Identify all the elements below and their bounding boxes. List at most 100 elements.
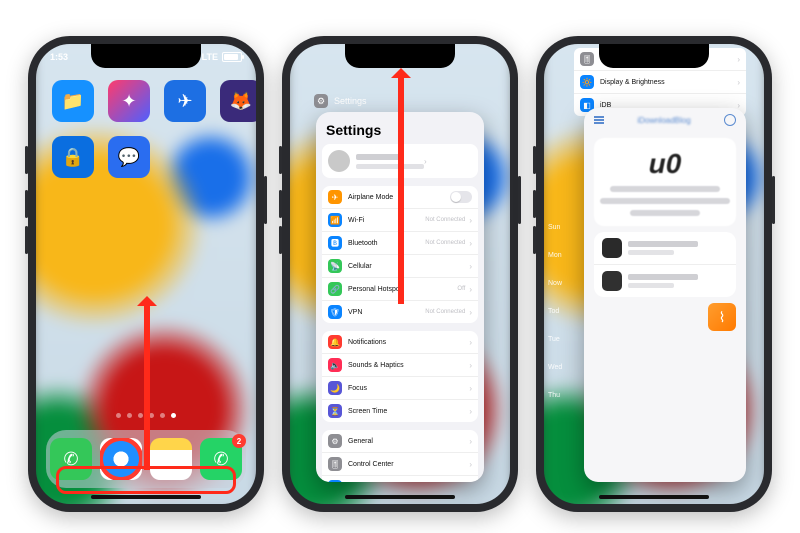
app-switcher-stack[interactable]: 🎚 Control Center ›🔆 Display & Brightness… [544, 44, 764, 504]
row-icon: 📶 [328, 213, 342, 227]
settings-notifications-group: 🔔 Notifications ›🔈 Sounds & Haptics ›🌙 F… [322, 331, 478, 422]
chevron-icon: › [469, 285, 472, 294]
settings-row[interactable]: ⏳ Screen Time › [322, 399, 478, 422]
chevron-icon: › [469, 308, 472, 317]
annotation-highlight [56, 466, 236, 494]
headline-blur [630, 210, 700, 216]
annotation-arrow-up [144, 300, 150, 470]
chevron-icon: › [469, 338, 472, 347]
row-label: Notifications [348, 339, 469, 346]
row-icon: 🔈 [328, 358, 342, 372]
chevron-icon: › [469, 361, 472, 370]
row-label: General [348, 438, 469, 445]
switcher-card-title: Settings [334, 96, 367, 106]
app-files[interactable]: 📁 [52, 80, 94, 122]
settings-row[interactable]: 🔈 Sounds & Haptics › [322, 353, 478, 376]
row-label: VPN [348, 309, 425, 316]
app-testflight[interactable]: ✈︎ [164, 80, 206, 122]
row-icon: ⚙︎ [328, 434, 342, 448]
chevron-icon: › [469, 262, 472, 271]
row-icon: 🌙 [328, 381, 342, 395]
day-label: Thu [548, 382, 562, 410]
featured-article[interactable]: u0 [594, 138, 736, 226]
menu-icon[interactable] [594, 116, 604, 124]
chevron-icon: › [469, 216, 472, 225]
row-value: Not Connected [425, 309, 465, 315]
avatar [328, 150, 350, 172]
article-list [594, 232, 736, 297]
list-item[interactable] [594, 264, 736, 297]
rss-icon[interactable]: ⌇ [708, 303, 736, 331]
toggle[interactable] [450, 191, 472, 203]
settings-row[interactable]: 🎚 Control Center › [322, 452, 478, 475]
row-value: Not Connected [425, 217, 465, 223]
row-icon: ✈︎ [328, 190, 342, 204]
row-label: Control Center [348, 461, 469, 468]
account-name-blur [356, 154, 402, 160]
settings-row[interactable]: 🔆 Display & Brightness › [322, 475, 478, 482]
settings-row[interactable]: 🌙 Focus › [322, 376, 478, 399]
row-icon: 🔆 [328, 480, 342, 482]
annotation-arrow-up [398, 72, 404, 304]
settings-general-group: ⚙︎ General ›🎚 Control Center ›🔆 Display … [322, 430, 478, 482]
day-label: Sun [548, 214, 562, 242]
widget-title: iDownloadBlog [637, 116, 690, 125]
day-label: Wed [548, 354, 562, 382]
phone-frame-1: 1:53 LTE 📁 ✦ ✈︎ 🦊 🔒 💬 ✆ [28, 36, 264, 512]
app-signal[interactable]: 💬 [108, 136, 150, 178]
row-icon: 🎚 [328, 457, 342, 471]
chevron-icon: › [737, 101, 740, 110]
row-label: Display & Brightness [600, 79, 737, 86]
switcher-card-idb[interactable]: iDownloadBlog u0 ⌇ [584, 108, 746, 482]
status-right: LTE [202, 52, 242, 62]
home-screen[interactable]: 1:53 LTE 📁 ✦ ✈︎ 🦊 🔒 💬 ✆ [36, 44, 256, 504]
battery-icon [222, 52, 242, 62]
home-indicator[interactable] [345, 495, 455, 499]
row-label: Bluetooth [348, 240, 425, 247]
gear-icon: ⚙︎ [314, 94, 328, 108]
notch [599, 44, 709, 68]
row-icon: 🅱︎ [328, 236, 342, 250]
badge: 2 [232, 434, 246, 448]
day-label: Tod [548, 298, 562, 326]
chevron-icon: › [737, 55, 740, 64]
featured-logo: u0 [649, 148, 682, 180]
row-icon: 🔆 [580, 75, 594, 89]
network-label: LTE [202, 52, 218, 62]
row-label: Screen Time [348, 408, 469, 415]
home-indicator[interactable] [599, 495, 709, 499]
settings-row[interactable]: 🔆 Display & Brightness › [574, 70, 746, 93]
chevron-icon: › [469, 437, 472, 446]
phone-frame-2: ⚙︎ Settings Settings › ✈︎ Airplane Mode … [282, 36, 518, 512]
chevron-icon: › [469, 239, 472, 248]
chevron-icon: › [469, 407, 472, 416]
list-item[interactable] [594, 232, 736, 264]
app-authenticator[interactable]: 🔒 [52, 136, 94, 178]
chevron-icon: › [469, 460, 472, 469]
account-subtitle [356, 164, 424, 169]
app-firefox[interactable]: 🦊 [220, 80, 256, 122]
row-label: Focus [348, 385, 469, 392]
home-icon-grid: 📁 ✦ ✈︎ 🦊 🔒 💬 [52, 80, 256, 178]
row-icon: 📡 [328, 259, 342, 273]
settings-row[interactable]: ⚙︎ General › [322, 430, 478, 452]
settings-row[interactable]: 🔔 Notifications › [322, 331, 478, 353]
headline-blur [600, 198, 730, 204]
chevron-icon: › [737, 78, 740, 87]
row-label: Cellular [348, 263, 465, 270]
notch [91, 44, 201, 68]
home-indicator[interactable] [91, 495, 201, 499]
app-switcher[interactable]: ⚙︎ Settings Settings › ✈︎ Airplane Mode … [290, 44, 510, 504]
day-label: Mon [548, 242, 562, 270]
gear-icon[interactable] [724, 114, 736, 126]
row-icon: ⏳ [328, 404, 342, 418]
app-shortcuts[interactable]: ✦ [108, 80, 150, 122]
row-label: Sounds & Haptics [348, 362, 469, 369]
chevron-icon: › [469, 384, 472, 393]
row-icon: 🎚 [580, 52, 594, 66]
today-view-day-rail: SunMonNowTodTueWedThu [548, 214, 562, 410]
switcher-card-header: ⚙︎ Settings [314, 94, 367, 108]
row-icon: 🔔 [328, 335, 342, 349]
day-label: Tue [548, 326, 562, 354]
row-icon: 🛡 [328, 305, 342, 319]
